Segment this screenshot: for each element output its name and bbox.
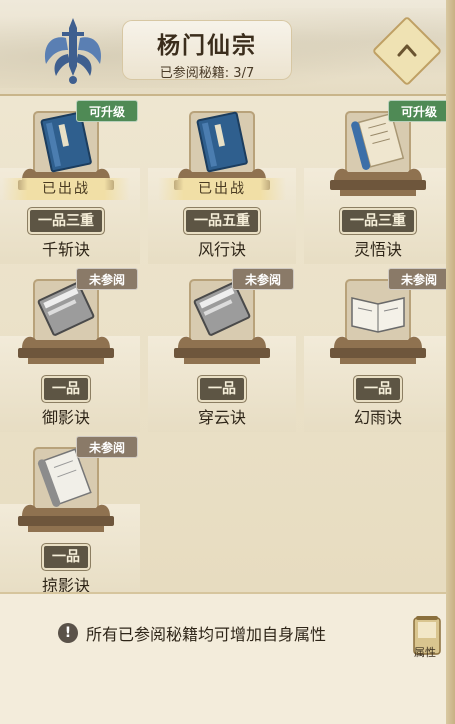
book-name: 幻雨诀 (353, 408, 402, 427)
book-name: 风行诀 (197, 240, 246, 259)
upgradable-badge: 可升级 (76, 100, 138, 122)
book-card[interactable]: 未参阅一品掠影诀 (0, 434, 140, 592)
upgradable-badge: 可升级 (388, 100, 446, 122)
scroll-edge (446, 0, 455, 724)
unread-badge: 未参阅 (388, 268, 446, 290)
book-card[interactable]: 已出战一品五重风行诀 (148, 98, 296, 264)
title-plate: 杨门仙宗 已参阅秘籍: 3/7 (122, 20, 292, 81)
book-card[interactable]: 未参阅一品穿云诀 (148, 266, 296, 432)
grade-label: 一品五重 (186, 210, 258, 232)
grade-label: 一品 (44, 546, 88, 568)
unread-badge: 未参阅 (76, 268, 138, 290)
exclamation-icon: ! (58, 623, 78, 643)
chevron-up-icon (392, 36, 422, 66)
equipped-banner: 已出战 (158, 178, 286, 200)
unread-badge: 未参阅 (76, 436, 138, 458)
sword-wings-emblem-icon (36, 14, 110, 88)
grade-label: 一品 (44, 378, 88, 400)
book-card[interactable]: 未参阅一品幻雨诀 (304, 266, 446, 432)
book-grid[interactable]: 可升级 已出战 一品三重 千斩诀 已出战 一品五重 风行诀 可升级 一品三重 灵悟诀 未参阅 一品 御影… (0, 96, 446, 592)
equipped-banner: 已出战 (2, 178, 130, 200)
attribute-button-label: 属性 (414, 646, 436, 659)
footer: ! 所有已参阅秘籍均可增加自身属性 属性 (0, 592, 446, 724)
hint-text: 所有已参阅秘籍均可增加自身属性 (86, 625, 327, 644)
page-title: 杨门仙宗 (157, 32, 257, 59)
book-card[interactable]: 可升级一品三重灵悟诀 (304, 98, 446, 264)
header-band: 杨门仙宗 已参阅秘籍: 3/7 (0, 0, 455, 96)
book-name: 千斩诀 (41, 240, 90, 259)
book-card[interactable]: 未参阅一品御影诀 (0, 266, 140, 432)
grade-label: 一品三重 (342, 210, 414, 232)
hint-row: ! 所有已参阅秘籍均可增加自身属性 (58, 621, 326, 645)
grade-label: 一品 (356, 378, 400, 400)
book-name: 穿云诀 (197, 408, 246, 427)
unread-badge: 未参阅 (232, 268, 294, 290)
grade-label: 一品 (200, 378, 244, 400)
grade-label: 一品三重 (30, 210, 102, 232)
book-name: 灵悟诀 (353, 240, 402, 259)
book-name: 御影诀 (41, 408, 90, 427)
book-name: 掠影诀 (41, 576, 90, 592)
read-progress: 已参阅秘籍: 3/7 (159, 66, 255, 81)
blue-book-icon (196, 111, 248, 173)
book-card[interactable]: 可升级已出战一品三重千斩诀 (0, 98, 140, 264)
